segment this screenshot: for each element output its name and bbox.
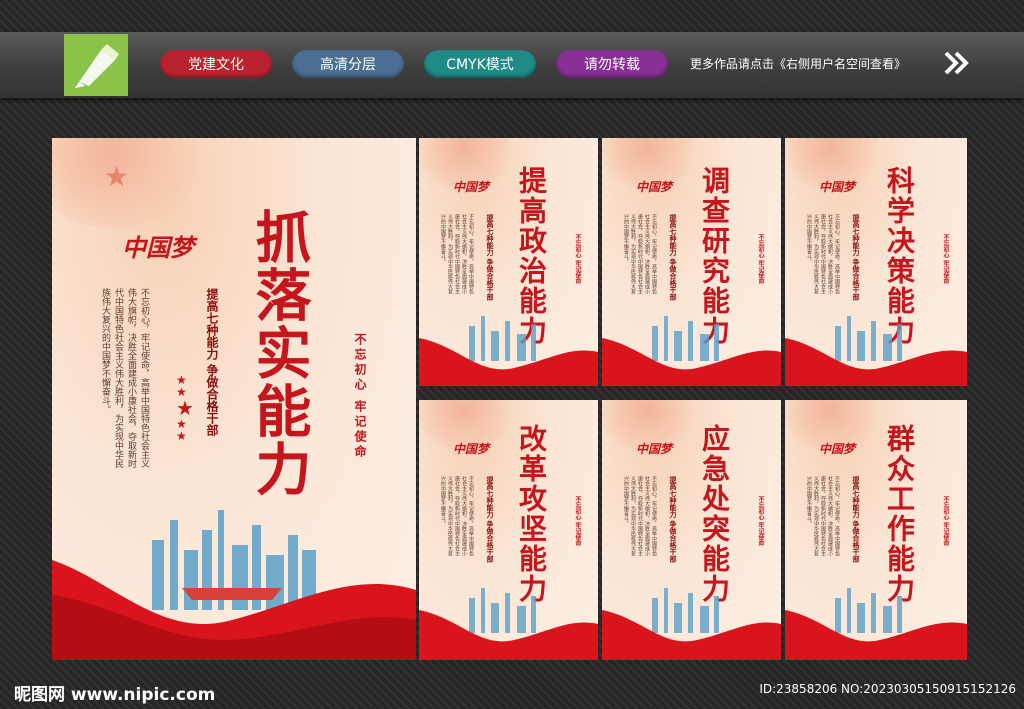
poster-body-text: 不忘初心，牢记使命，高举中国特色社会主义伟大旗帜，决胜全面建成小康社会，夺取新时…: [806, 476, 840, 556]
poster-reform: 中国梦 改革攻坚能力 提高七种能力 争做合格干部 不忘初心，牢记使命，高举中国特…: [419, 400, 598, 660]
main-poster: ★ 中国梦 抓落实能力 提高七种能力 争做合格干部 不忘初心，牢记使命，高举中国…: [52, 138, 416, 660]
poster-title: 群众工作能力: [883, 424, 916, 604]
china-dream-logo: 中国梦: [636, 180, 673, 194]
poster-motto: 不忘初心 牢记使命: [757, 496, 764, 547]
poster-subtitle: 提高七种能力 争做合格干部: [486, 214, 495, 301]
tag-hd-layers[interactable]: 高清分层: [292, 50, 404, 78]
poster-body-text: 不忘初心，牢记使命，高举中国特色社会主义伟大旗帜，决胜全面建成小康社会，夺取新时…: [806, 214, 840, 294]
tag-no-repost[interactable]: 请勿转载: [556, 50, 668, 78]
poster-subtitle: 提高七种能力 争做合格干部: [486, 476, 495, 563]
city-ribbon: [419, 588, 598, 660]
star-icon: ★: [104, 160, 130, 193]
stars-icon: ★ ★ ★ ★ ★: [176, 373, 194, 443]
poster-subtitle: 提高七种能力 争做合格干部: [852, 476, 861, 563]
poster-political: 中国梦 提高政治能力 提高七种能力 争做合格干部 不忘初心，牢记使命，高举中国特…: [419, 138, 598, 386]
china-dream-logo: 中国梦: [819, 442, 856, 456]
city-ribbon: [602, 316, 781, 386]
poster-title: 应急处突能力: [698, 424, 731, 604]
poster-subtitle: 提高七种能力 争做合格干部: [669, 476, 678, 563]
poster-title: 改革攻坚能力: [515, 424, 548, 604]
site-watermark: 昵图网 www.nipic.com: [14, 685, 216, 705]
main-body-text: 不忘初心，牢记使命，高举中国特色社会主义伟大旗帜，决胜全面建成小康社会，夺取新时…: [100, 288, 149, 468]
china-dream-logo: 中国梦: [453, 442, 490, 456]
poster-body-text: 不忘初心，牢记使命，高举中国特色社会主义伟大旗帜，决胜全面建成小康社会，夺取新时…: [440, 214, 474, 294]
poster-body-text: 不忘初心，牢记使命，高举中国特色社会主义伟大旗帜，决胜全面建成小康社会，夺取新时…: [440, 476, 474, 556]
poster-body-text: 不忘初心，牢记使命，高举中国特色社会主义伟大旗帜，决胜全面建成小康社会，夺取新时…: [623, 476, 657, 556]
china-dream-logo: 中国梦: [453, 180, 490, 194]
image-id: ID:23858206 NO:20230305150915152126: [759, 682, 1016, 696]
poster-emergency: 中国梦 应急处突能力 提高七种能力 争做合格干部 不忘初心，牢记使命，高举中国特…: [602, 400, 781, 660]
poster-motto: 不忘初心 牢记使命: [574, 496, 581, 547]
china-dream-logo: 中国梦: [819, 180, 856, 194]
main-title: 抓落实能力: [246, 208, 312, 498]
poster-body-text: 不忘初心，牢记使命，高举中国特色社会主义伟大旗帜，决胜全面建成小康社会，夺取新时…: [623, 214, 657, 294]
china-dream-logo: 中国梦: [636, 442, 673, 456]
city-ribbon: [419, 316, 598, 386]
city-ribbon: [602, 588, 781, 660]
china-dream-logo: 中国梦: [122, 233, 194, 262]
poster-decision: 中国梦 科学决策能力 提高七种能力 争做合格干部 不忘初心，牢记使命，高举中国特…: [785, 138, 967, 386]
city-ribbon: [785, 588, 967, 660]
main-subtitle: 提高七种能力 争做合格干部: [205, 288, 219, 437]
main-motto: 不忘初心 牢记使命: [353, 333, 367, 461]
pen-logo-icon: [64, 34, 128, 96]
poster-subtitle: 提高七种能力 争做合格干部: [669, 214, 678, 301]
emblem-glow: [52, 138, 212, 228]
poster-masses: 中国梦 群众工作能力 提高七种能力 争做合格干部 不忘初心，牢记使命，高举中国特…: [785, 400, 967, 660]
tag-cmyk[interactable]: CMYK模式: [424, 50, 536, 78]
city-ribbon: [52, 510, 416, 660]
poster-subtitle: 提高七种能力 争做合格干部: [852, 214, 861, 301]
city-ribbon: [785, 316, 967, 386]
more-works-notice[interactable]: 更多作品请点击《右侧用户名空间查看》: [690, 55, 906, 72]
poster-research: 中国梦 调查研究能力 提高七种能力 争做合格干部 不忘初心，牢记使命，高举中国特…: [602, 138, 781, 386]
double-arrow-icon[interactable]: [944, 50, 970, 80]
tag-party-culture[interactable]: 党建文化: [160, 50, 272, 78]
poster-motto: 不忘初心 牢记使命: [942, 496, 949, 547]
poster-motto: 不忘初心 牢记使命: [757, 234, 764, 285]
poster-motto: 不忘初心 牢记使命: [574, 234, 581, 285]
poster-motto: 不忘初心 牢记使命: [942, 234, 949, 285]
